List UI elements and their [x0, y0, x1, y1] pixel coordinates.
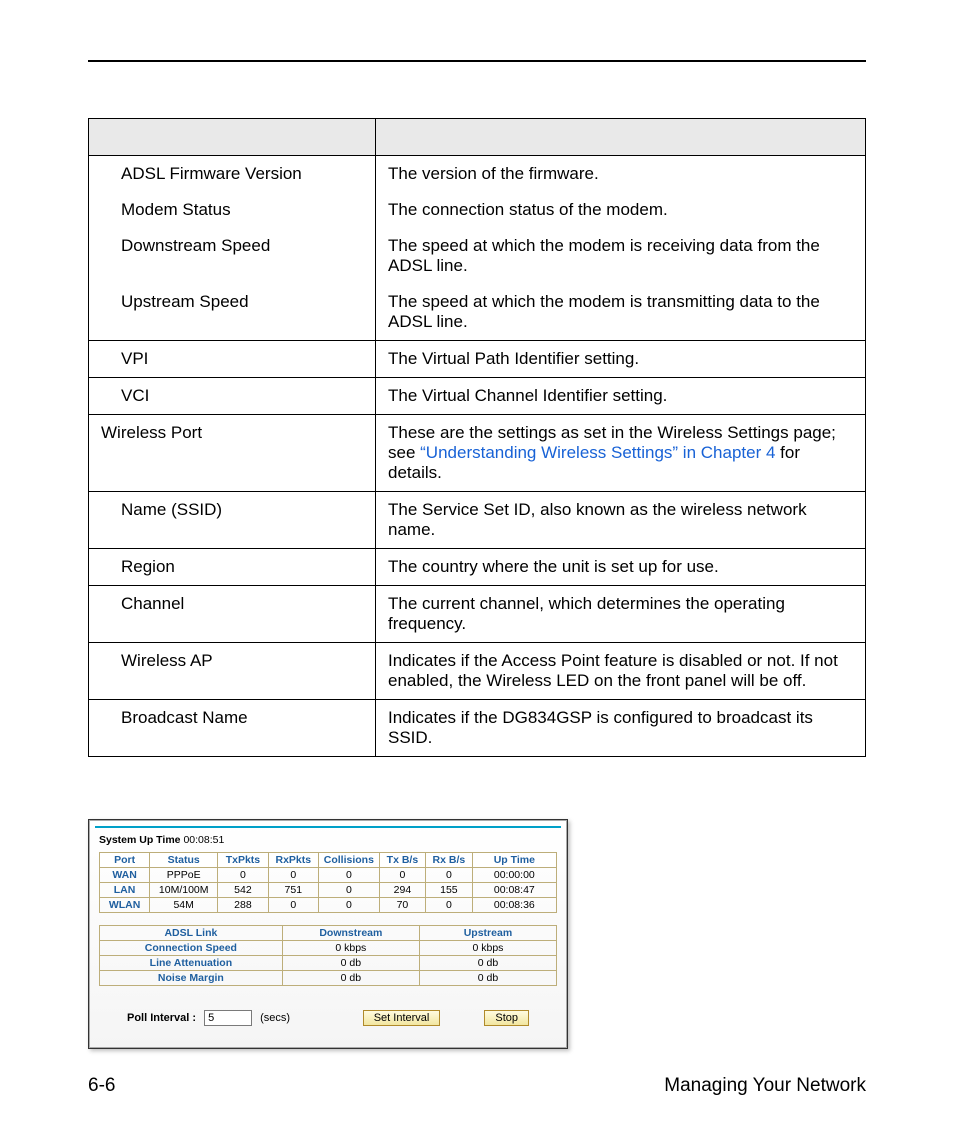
port-column-header: Rx B/s — [426, 853, 472, 868]
desc-header-name — [89, 119, 376, 156]
port-name: WAN — [100, 868, 150, 883]
field-name: Broadcast Name — [89, 700, 376, 757]
field-name: Wireless Port — [89, 415, 376, 492]
adsl-link-table: ADSL LinkDownstreamUpstream Connection S… — [99, 925, 557, 986]
adsl-upstream-value: 0 db — [419, 971, 556, 986]
table-row: LAN10M/100M542751029415500:08:47 — [100, 883, 557, 898]
port-cell: 542 — [218, 883, 268, 898]
system-uptime-label: System Up Time — [99, 834, 181, 846]
table-row: Connection Speed0 kbps0 kbps — [100, 941, 557, 956]
adsl-column-header: Upstream — [419, 926, 556, 941]
field-name: Name (SSID) — [89, 492, 376, 549]
table-row: Noise Margin0 db0 db — [100, 971, 557, 986]
port-column-header: Up Time — [472, 853, 556, 868]
field-description: The connection status of the modem. — [376, 192, 866, 228]
poll-interval-input[interactable] — [204, 1010, 252, 1026]
adsl-downstream-value: 0 db — [282, 971, 419, 986]
system-uptime-value: 00:08:51 — [183, 834, 224, 846]
adsl-upstream-value: 0 kbps — [419, 941, 556, 956]
port-cell: 0 — [319, 883, 380, 898]
field-description: The Service Set ID, also known as the wi… — [376, 492, 866, 549]
router-statistics-panel: System Up Time 00:08:51 PortStatusTxPkts… — [88, 819, 568, 1049]
port-cell: 0 — [426, 898, 472, 913]
header-rule — [88, 60, 866, 62]
port-cell: 0 — [268, 898, 318, 913]
port-column-header: TxPkts — [218, 853, 268, 868]
field-name: VCI — [89, 378, 376, 415]
table-row: Line Attenuation0 db0 db — [100, 956, 557, 971]
port-cell: 751 — [268, 883, 318, 898]
port-cell: 10M/100M — [150, 883, 218, 898]
poll-interval-label: Poll Interval : — [127, 1012, 196, 1024]
field-description: Indicates if the Access Point feature is… — [376, 643, 866, 700]
port-cell: 288 — [218, 898, 268, 913]
adsl-upstream-value: 0 db — [419, 956, 556, 971]
field-description: The speed at which the modem is transmit… — [376, 284, 866, 341]
port-column-header: Status — [150, 853, 218, 868]
field-description: The Virtual Path Identifier setting. — [376, 341, 866, 378]
field-description: Indicates if the DG834GSP is configured … — [376, 700, 866, 757]
field-name: Downstream Speed — [89, 228, 376, 284]
port-statistics-table: PortStatusTxPktsRxPktsCollisionsTx B/sRx… — [99, 852, 557, 913]
field-name: Channel — [89, 586, 376, 643]
adsl-row-label: Line Attenuation — [100, 956, 283, 971]
port-cell: 00:08:36 — [472, 898, 556, 913]
stop-button[interactable]: Stop — [484, 1010, 529, 1026]
section-title: Managing Your Network — [664, 1075, 866, 1097]
port-column-header: Port — [100, 853, 150, 868]
page-footer: 6-6 Managing Your Network — [88, 1075, 866, 1097]
port-cell: 00:00:00 — [472, 868, 556, 883]
adsl-row-label: Connection Speed — [100, 941, 283, 956]
adsl-column-header: ADSL Link — [100, 926, 283, 941]
port-column-header: RxPkts — [268, 853, 318, 868]
field-name: Modem Status — [89, 192, 376, 228]
page-number: 6-6 — [88, 1075, 115, 1097]
port-cell: 54M — [150, 898, 218, 913]
port-cell: 0 — [268, 868, 318, 883]
port-column-header: Tx B/s — [379, 853, 425, 868]
adsl-row-label: Noise Margin — [100, 971, 283, 986]
table-row: WLAN54M2880070000:08:36 — [100, 898, 557, 913]
field-name: Region — [89, 549, 376, 586]
system-uptime: System Up Time 00:08:51 — [99, 834, 557, 846]
field-name: ADSL Firmware Version — [89, 156, 376, 193]
field-description: The version of the firmware. — [376, 156, 866, 193]
port-name: WLAN — [100, 898, 150, 913]
port-cell: PPPoE — [150, 868, 218, 883]
set-interval-button[interactable]: Set Interval — [363, 1010, 441, 1026]
adsl-column-header: Downstream — [282, 926, 419, 941]
field-description: These are the settings as set in the Wir… — [376, 415, 866, 492]
port-cell: 155 — [426, 883, 472, 898]
field-description-table: ADSL Firmware VersionThe version of the … — [88, 118, 866, 757]
field-name: Wireless AP — [89, 643, 376, 700]
port-cell: 70 — [379, 898, 425, 913]
poll-interval-unit: (secs) — [260, 1012, 290, 1024]
cross-reference-link[interactable]: “Understanding Wireless Settings” in Cha… — [420, 443, 775, 462]
field-description: The current channel, which determines th… — [376, 586, 866, 643]
poll-interval-row: Poll Interval : (secs) Set Interval Stop — [99, 1010, 557, 1026]
port-cell: 0 — [379, 868, 425, 883]
field-name: Upstream Speed — [89, 284, 376, 341]
port-cell: 0 — [319, 898, 380, 913]
adsl-downstream-value: 0 db — [282, 956, 419, 971]
port-cell: 00:08:47 — [472, 883, 556, 898]
port-cell: 0 — [319, 868, 380, 883]
port-cell: 0 — [426, 868, 472, 883]
field-description: The Virtual Channel Identifier setting. — [376, 378, 866, 415]
port-cell: 294 — [379, 883, 425, 898]
field-description: The country where the unit is set up for… — [376, 549, 866, 586]
field-description: The speed at which the modem is receivin… — [376, 228, 866, 284]
panel-divider — [95, 826, 561, 828]
table-row: WANPPPoE0000000:00:00 — [100, 868, 557, 883]
port-column-header: Collisions — [319, 853, 380, 868]
field-name: VPI — [89, 341, 376, 378]
port-name: LAN — [100, 883, 150, 898]
desc-header-desc — [376, 119, 866, 156]
port-cell: 0 — [218, 868, 268, 883]
adsl-downstream-value: 0 kbps — [282, 941, 419, 956]
